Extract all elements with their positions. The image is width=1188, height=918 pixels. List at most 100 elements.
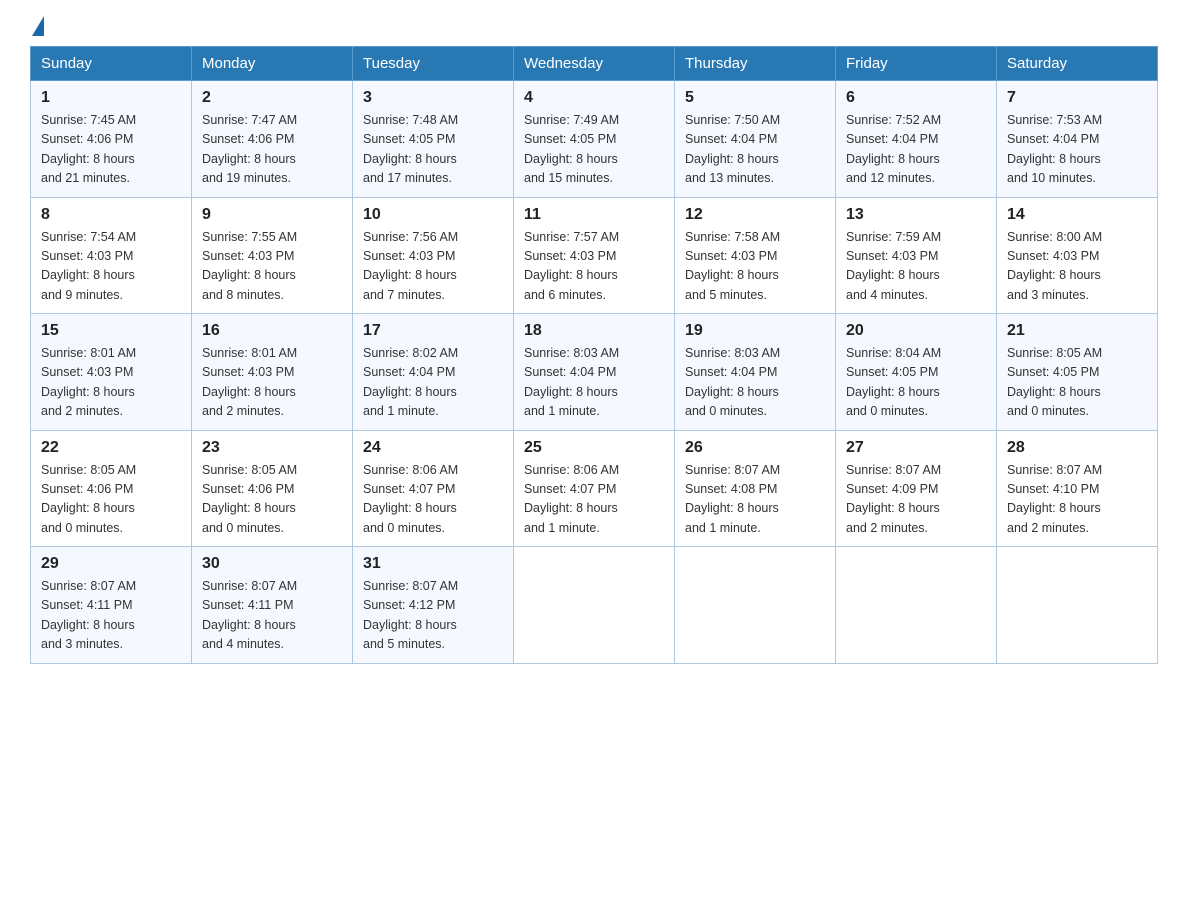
day-number: 17 (363, 322, 503, 340)
day-number: 1 (41, 89, 181, 107)
page-header (30, 20, 1158, 36)
day-info: Sunrise: 8:07 AMSunset: 4:08 PMDaylight:… (685, 461, 825, 539)
day-info: Sunrise: 8:07 AMSunset: 4:12 PMDaylight:… (363, 577, 503, 655)
day-number: 5 (685, 89, 825, 107)
calendar-cell: 28 Sunrise: 8:07 AMSunset: 4:10 PMDayligh… (997, 430, 1158, 547)
day-number: 19 (685, 322, 825, 340)
calendar-cell: 16 Sunrise: 8:01 AMSunset: 4:03 PMDayligh… (192, 314, 353, 431)
day-number: 13 (846, 206, 986, 224)
day-info: Sunrise: 8:07 AMSunset: 4:11 PMDaylight:… (202, 577, 342, 655)
calendar-header-row: SundayMondayTuesdayWednesdayThursdayFrid… (31, 47, 1158, 81)
day-info: Sunrise: 7:57 AMSunset: 4:03 PMDaylight:… (524, 228, 664, 306)
day-number: 31 (363, 555, 503, 573)
calendar-cell (514, 547, 675, 664)
calendar-cell: 17 Sunrise: 8:02 AMSunset: 4:04 PMDayligh… (353, 314, 514, 431)
day-info: Sunrise: 7:48 AMSunset: 4:05 PMDaylight:… (363, 111, 503, 189)
calendar-cell: 27 Sunrise: 8:07 AMSunset: 4:09 PMDayligh… (836, 430, 997, 547)
day-info: Sunrise: 8:07 AMSunset: 4:09 PMDaylight:… (846, 461, 986, 539)
header-sunday: Sunday (31, 47, 192, 81)
calendar-cell: 7Sunrise: 7:53 AMSunset: 4:04 PMDaylight… (997, 81, 1158, 198)
day-info: Sunrise: 8:04 AMSunset: 4:05 PMDaylight:… (846, 344, 986, 422)
calendar-cell: 12Sunrise: 7:58 AMSunset: 4:03 PMDayligh… (675, 197, 836, 314)
calendar-cell: 24Sunrise: 8:06 AMSunset: 4:07 PMDayligh… (353, 430, 514, 547)
day-info: Sunrise: 7:54 AMSunset: 4:03 PMDaylight:… (41, 228, 181, 306)
day-info: Sunrise: 8:02 AMSunset: 4:04 PMDaylight:… (363, 344, 503, 422)
day-info: Sunrise: 7:47 AMSunset: 4:06 PMDaylight:… (202, 111, 342, 189)
day-number: 16 (202, 322, 342, 340)
day-number: 9 (202, 206, 342, 224)
calendar-cell: 9 Sunrise: 7:55 AMSunset: 4:03 PMDaylight… (192, 197, 353, 314)
day-info: Sunrise: 7:59 AMSunset: 4:03 PMDaylight:… (846, 228, 986, 306)
day-number: 23 (202, 439, 342, 457)
calendar-cell: 13 Sunrise: 7:59 AMSunset: 4:03 PMDayligh… (836, 197, 997, 314)
header-wednesday: Wednesday (514, 47, 675, 81)
calendar-cell: 14Sunrise: 8:00 AMSunset: 4:03 PMDayligh… (997, 197, 1158, 314)
calendar-cell: 8 Sunrise: 7:54 AMSunset: 4:03 PMDaylight… (31, 197, 192, 314)
week-row-1: 1 Sunrise: 7:45 AMSunset: 4:06 PMDaylight… (31, 81, 1158, 198)
day-number: 26 (685, 439, 825, 457)
day-info: Sunrise: 7:45 AMSunset: 4:06 PMDaylight:… (41, 111, 181, 189)
day-info: Sunrise: 8:07 AMSunset: 4:10 PMDaylight:… (1007, 461, 1147, 539)
day-info: Sunrise: 8:00 AMSunset: 4:03 PMDaylight:… (1007, 228, 1147, 306)
calendar-cell (675, 547, 836, 664)
calendar-cell: 1 Sunrise: 7:45 AMSunset: 4:06 PMDaylight… (31, 81, 192, 198)
calendar-cell: 6 Sunrise: 7:52 AMSunset: 4:04 PMDaylight… (836, 81, 997, 198)
day-info: Sunrise: 8:01 AMSunset: 4:03 PMDaylight:… (202, 344, 342, 422)
day-info: Sunrise: 8:06 AMSunset: 4:07 PMDaylight:… (524, 461, 664, 539)
calendar-cell: 21 Sunrise: 8:05 AMSunset: 4:05 PMDayligh… (997, 314, 1158, 431)
calendar-cell: 2 Sunrise: 7:47 AMSunset: 4:06 PMDaylight… (192, 81, 353, 198)
calendar-cell: 18 Sunrise: 8:03 AMSunset: 4:04 PMDayligh… (514, 314, 675, 431)
calendar-cell: 15 Sunrise: 8:01 AMSunset: 4:03 PMDayligh… (31, 314, 192, 431)
day-number: 15 (41, 322, 181, 340)
day-info: Sunrise: 7:55 AMSunset: 4:03 PMDaylight:… (202, 228, 342, 306)
calendar-cell: 11 Sunrise: 7:57 AMSunset: 4:03 PMDayligh… (514, 197, 675, 314)
day-info: Sunrise: 7:53 AMSunset: 4:04 PMDaylight:… (1007, 111, 1147, 189)
day-info: Sunrise: 8:05 AMSunset: 4:05 PMDaylight:… (1007, 344, 1147, 422)
calendar-cell: 10Sunrise: 7:56 AMSunset: 4:03 PMDayligh… (353, 197, 514, 314)
day-number: 27 (846, 439, 986, 457)
calendar-cell: 5 Sunrise: 7:50 AMSunset: 4:04 PMDaylight… (675, 81, 836, 198)
week-row-5: 29 Sunrise: 8:07 AMSunset: 4:11 PMDayligh… (31, 547, 1158, 664)
day-number: 2 (202, 89, 342, 107)
day-info: Sunrise: 8:01 AMSunset: 4:03 PMDaylight:… (41, 344, 181, 422)
day-info: Sunrise: 8:03 AMSunset: 4:04 PMDaylight:… (685, 344, 825, 422)
week-row-4: 22Sunrise: 8:05 AMSunset: 4:06 PMDayligh… (31, 430, 1158, 547)
logo-triangle-icon (32, 16, 44, 36)
week-row-2: 8 Sunrise: 7:54 AMSunset: 4:03 PMDaylight… (31, 197, 1158, 314)
calendar-cell: 29 Sunrise: 8:07 AMSunset: 4:11 PMDayligh… (31, 547, 192, 664)
logo[interactable] (30, 20, 44, 36)
day-number: 25 (524, 439, 664, 457)
week-row-3: 15 Sunrise: 8:01 AMSunset: 4:03 PMDayligh… (31, 314, 1158, 431)
day-number: 8 (41, 206, 181, 224)
calendar-cell: 30Sunrise: 8:07 AMSunset: 4:11 PMDayligh… (192, 547, 353, 664)
day-info: Sunrise: 8:05 AMSunset: 4:06 PMDaylight:… (41, 461, 181, 539)
calendar-cell: 23 Sunrise: 8:05 AMSunset: 4:06 PMDayligh… (192, 430, 353, 547)
header-saturday: Saturday (997, 47, 1158, 81)
day-number: 6 (846, 89, 986, 107)
day-number: 11 (524, 206, 664, 224)
calendar-cell: 26 Sunrise: 8:07 AMSunset: 4:08 PMDayligh… (675, 430, 836, 547)
day-number: 29 (41, 555, 181, 573)
day-number: 20 (846, 322, 986, 340)
day-info: Sunrise: 7:52 AMSunset: 4:04 PMDaylight:… (846, 111, 986, 189)
day-info: Sunrise: 8:03 AMSunset: 4:04 PMDaylight:… (524, 344, 664, 422)
day-number: 21 (1007, 322, 1147, 340)
day-info: Sunrise: 8:06 AMSunset: 4:07 PMDaylight:… (363, 461, 503, 539)
day-number: 18 (524, 322, 664, 340)
day-number: 3 (363, 89, 503, 107)
day-number: 28 (1007, 439, 1147, 457)
day-info: Sunrise: 7:50 AMSunset: 4:04 PMDaylight:… (685, 111, 825, 189)
calendar-cell: 4 Sunrise: 7:49 AMSunset: 4:05 PMDaylight… (514, 81, 675, 198)
day-info: Sunrise: 8:07 AMSunset: 4:11 PMDaylight:… (41, 577, 181, 655)
calendar-cell: 31 Sunrise: 8:07 AMSunset: 4:12 PMDayligh… (353, 547, 514, 664)
calendar-cell: 3 Sunrise: 7:48 AMSunset: 4:05 PMDaylight… (353, 81, 514, 198)
day-number: 4 (524, 89, 664, 107)
header-tuesday: Tuesday (353, 47, 514, 81)
day-number: 12 (685, 206, 825, 224)
day-info: Sunrise: 7:49 AMSunset: 4:05 PMDaylight:… (524, 111, 664, 189)
day-info: Sunrise: 8:05 AMSunset: 4:06 PMDaylight:… (202, 461, 342, 539)
calendar-cell (997, 547, 1158, 664)
calendar-cell (836, 547, 997, 664)
day-info: Sunrise: 7:56 AMSunset: 4:03 PMDaylight:… (363, 228, 503, 306)
calendar-cell: 25 Sunrise: 8:06 AMSunset: 4:07 PMDayligh… (514, 430, 675, 547)
